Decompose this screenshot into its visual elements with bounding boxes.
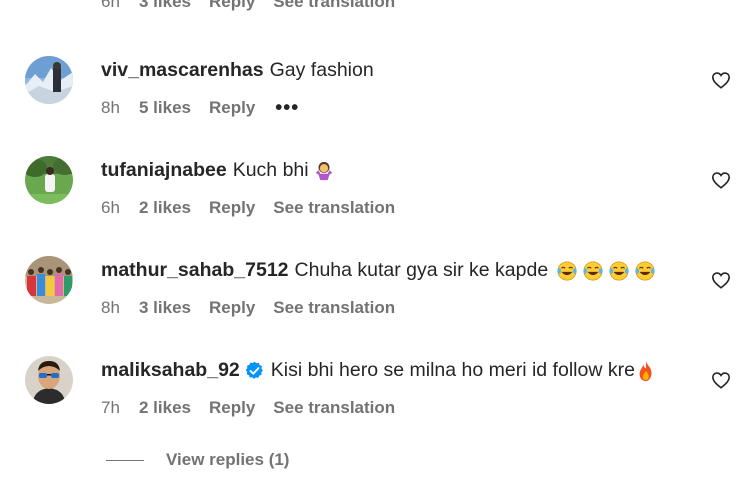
verified-badge-icon (245, 361, 263, 379)
laughing-tears-emoji-icon (635, 260, 655, 281)
laughing-tears-emoji-icon (583, 260, 603, 281)
laughing-tears-emoji-icon (609, 260, 629, 281)
mountain-photo-avatar-icon (25, 56, 73, 104)
replies-divider (106, 459, 144, 461)
comment-meta: 7h 2 likes Reply See translation (101, 398, 395, 418)
more-options-icon[interactable]: ••• (275, 98, 299, 118)
likes-count[interactable]: 2 likes (139, 198, 191, 218)
likes-count[interactable]: 5 likes (139, 98, 191, 118)
comment-body: maliksahab_92 Kisi bhi hero se milna ho … (101, 359, 657, 382)
heart-icon[interactable] (711, 171, 731, 189)
avatar[interactable] (25, 56, 73, 104)
heart-icon[interactable] (711, 271, 731, 289)
see-translation-button[interactable]: See translation (273, 398, 395, 418)
comment-time: 6h (101, 198, 120, 217)
comment-body: viv_mascarenhas Gay fashion (101, 59, 374, 82)
reply-button[interactable]: Reply (209, 0, 255, 12)
reply-button[interactable]: Reply (209, 198, 255, 218)
username[interactable]: maliksahab_92 (101, 359, 240, 382)
reply-button[interactable]: Reply (209, 298, 255, 318)
comment-item: viv_mascarenhas Gay fashion 8h 5 likes R… (0, 56, 751, 118)
comment-body: mathur_sahab_7512 Chuha kutar gya sir ke… (101, 259, 656, 282)
likes-count[interactable]: 3 likes (139, 0, 191, 12)
fire-emoji-icon (639, 360, 652, 381)
comment-text: Kisi bhi hero se milna ho meri id follow… (270, 359, 635, 381)
username[interactable]: viv_mascarenhas (101, 59, 264, 82)
likes-count[interactable]: 3 likes (139, 298, 191, 318)
sunglasses-man-avatar-icon (25, 356, 73, 404)
heart-icon[interactable] (711, 71, 731, 89)
view-replies-label[interactable]: View replies (1) (166, 450, 289, 470)
avatar[interactable] (25, 156, 73, 204)
likes-count[interactable]: 2 likes (139, 398, 191, 418)
comment-text: Gay fashion (269, 59, 374, 81)
park-photo-avatar-icon (25, 156, 73, 204)
comment-time: 8h (101, 98, 120, 117)
see-translation-button[interactable]: See translation (273, 198, 395, 218)
comment-time: 6h (101, 0, 120, 11)
comment-item: maliksahab_92 Kisi bhi hero se milna ho … (0, 356, 751, 418)
username[interactable]: mathur_sahab_7512 (101, 259, 289, 282)
group-photo-avatar-icon (25, 256, 73, 304)
comment-item: tufaniajnabee Kuch bhi 6h 2 likes Reply … (0, 156, 751, 218)
view-replies-button[interactable]: View replies (1) (106, 450, 289, 470)
username[interactable]: tufaniajnabee (101, 159, 227, 182)
reply-button[interactable]: Reply (209, 398, 255, 418)
partial-comment-meta: 6h 3 likes Reply See translation (101, 0, 395, 12)
comment-time: 8h (101, 298, 120, 317)
comment-text: Kuch bhi (232, 159, 309, 181)
comment-time: 7h (101, 398, 120, 417)
comment-meta: 8h 5 likes Reply ••• (101, 98, 299, 118)
avatar[interactable] (25, 256, 73, 304)
comment-meta: 8h 3 likes Reply See translation (101, 298, 395, 318)
avatar[interactable] (25, 356, 73, 404)
reply-button[interactable]: Reply (209, 98, 255, 118)
laughing-tears-emoji-icon (557, 260, 577, 281)
comment-body: tufaniajnabee Kuch bhi (101, 159, 335, 182)
comment-item: mathur_sahab_7512 Chuha kutar gya sir ke… (0, 256, 751, 318)
comment-meta: 6h 2 likes Reply See translation (101, 198, 395, 218)
see-translation-button[interactable]: See translation (273, 0, 395, 12)
comment-text: Chuha kutar gya sir ke kapde (294, 259, 549, 281)
see-translation-button[interactable]: See translation (273, 298, 395, 318)
person-shrugging-emoji-icon (315, 161, 332, 180)
heart-icon[interactable] (711, 371, 731, 389)
